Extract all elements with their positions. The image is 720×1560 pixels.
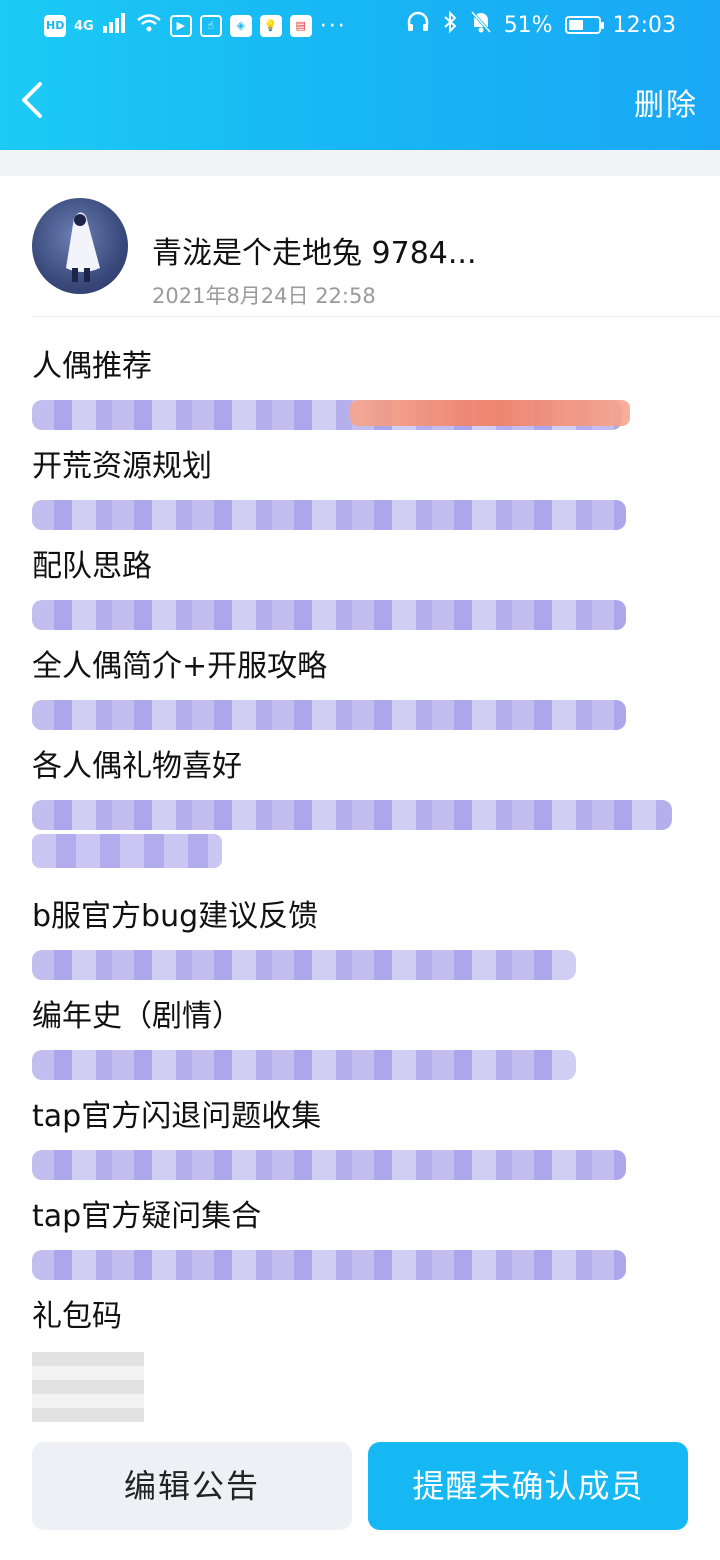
list-item: tap官方闪退问题收集	[32, 1094, 692, 1194]
clock: 12:03	[612, 12, 676, 38]
touch-icon: ☝	[199, 15, 222, 37]
entry-title: 编年史（剧情）	[32, 999, 242, 1034]
battery-icon	[564, 16, 604, 34]
entry-link-redacted[interactable]	[32, 794, 692, 884]
entry-title: tap官方疑问集合	[32, 1199, 262, 1234]
redaction-blur	[32, 834, 222, 868]
list-item: tap官方疑问集合	[32, 1194, 692, 1294]
entry-link-redacted[interactable]	[32, 1244, 692, 1288]
entry-link-redacted[interactable]	[32, 494, 692, 538]
status-left-icons: HD 4G ▶ ☝ ◈ 💡 ▤ ···	[44, 12, 347, 40]
entry-title: 全人偶简介+开服攻略	[32, 649, 328, 684]
more-notifications-icon: ···	[319, 13, 347, 39]
hd-icon: HD	[44, 15, 66, 37]
header-bar: HD 4G ▶ ☝ ◈ 💡 ▤ ··· 51% 12:03 删除	[0, 0, 720, 150]
back-button[interactable]	[14, 78, 54, 122]
battery-level	[568, 20, 583, 30]
mute-bell-icon	[470, 10, 492, 40]
entry-link-redacted[interactable]	[32, 1144, 692, 1188]
battery-percent: 51%	[503, 12, 553, 38]
gift-code-redacted[interactable]	[32, 1344, 692, 1424]
redaction-blur	[32, 500, 626, 530]
list-item: b服官方bug建议反馈	[32, 894, 692, 994]
post-time: 2021年8月24日 22:58	[152, 284, 376, 308]
signal-icon	[102, 12, 128, 40]
announcement-body: 人偶推荐 开荒资源规划 配队思路 全人偶简介+开服攻略 各人偶礼物喜好 b服官方…	[32, 344, 692, 1422]
entry-title: 各人偶礼物喜好	[32, 749, 242, 784]
list-item: 礼包码	[32, 1294, 692, 1422]
status-bar: HD 4G ▶ ☝ ◈ 💡 ▤ ··· 51% 12:03	[0, 0, 720, 52]
bluetooth-icon	[442, 10, 458, 40]
entry-title: 人偶推荐	[32, 349, 152, 384]
entry-title: 配队思路	[32, 549, 152, 584]
headphones-icon	[406, 11, 430, 39]
entry-link-redacted[interactable]	[32, 1044, 692, 1088]
list-item: 编年史（剧情）	[32, 994, 692, 1094]
redaction-blur	[32, 1250, 626, 1280]
redaction-blur	[32, 800, 672, 830]
list-item: 开荒资源规划	[32, 444, 692, 544]
book-icon: ▤	[289, 15, 312, 37]
back-arrow-icon	[22, 82, 42, 118]
entry-title: 礼包码	[32, 1299, 122, 1334]
author-name: 青泷是个走地兔 9784...	[152, 236, 477, 271]
redaction-blur	[32, 1050, 576, 1080]
remind-unconfirmed-button[interactable]: 提醒未确认成员	[368, 1442, 688, 1530]
entry-link-redacted[interactable]	[32, 594, 692, 638]
redaction-blur	[32, 1352, 144, 1422]
wifi-icon	[136, 12, 162, 40]
author-row: 青泷是个走地兔 9784... 2021年8月24日 22:58	[32, 198, 720, 317]
entry-title: 开荒资源规划	[32, 449, 212, 484]
bilibili-icon: ▶	[169, 15, 192, 37]
redaction-blur	[32, 950, 576, 980]
entry-link-redacted[interactable]	[32, 944, 692, 988]
entry-title: b服官方bug建议反馈	[32, 899, 319, 934]
redaction-blur	[32, 600, 626, 630]
entry-link-redacted[interactable]	[32, 394, 692, 438]
redaction-blur	[32, 700, 626, 730]
app-icon: ◈	[229, 15, 252, 37]
delete-button[interactable]: 删除	[634, 80, 698, 124]
avatar-figure-icon	[66, 212, 100, 282]
bulb-icon: 💡	[259, 15, 282, 37]
redaction-blur	[350, 400, 630, 426]
list-item: 人偶推荐	[32, 344, 692, 444]
list-item: 配队思路	[32, 544, 692, 644]
nav-bar: 删除	[0, 60, 720, 140]
avatar[interactable]	[32, 198, 128, 294]
redaction-blur	[32, 1150, 626, 1180]
list-item: 各人偶礼物喜好	[32, 744, 692, 894]
entry-link-redacted[interactable]	[32, 694, 692, 738]
network-type: 4G	[74, 18, 94, 34]
entry-title: tap官方闪退问题收集	[32, 1099, 322, 1134]
announcement-card: 青泷是个走地兔 9784... 2021年8月24日 22:58 人偶推荐 开荒…	[0, 176, 720, 1560]
status-right-icons: 51% 12:03	[406, 10, 676, 40]
edit-announcement-button[interactable]: 编辑公告	[32, 1442, 352, 1530]
list-item: 全人偶简介+开服攻略	[32, 644, 692, 744]
